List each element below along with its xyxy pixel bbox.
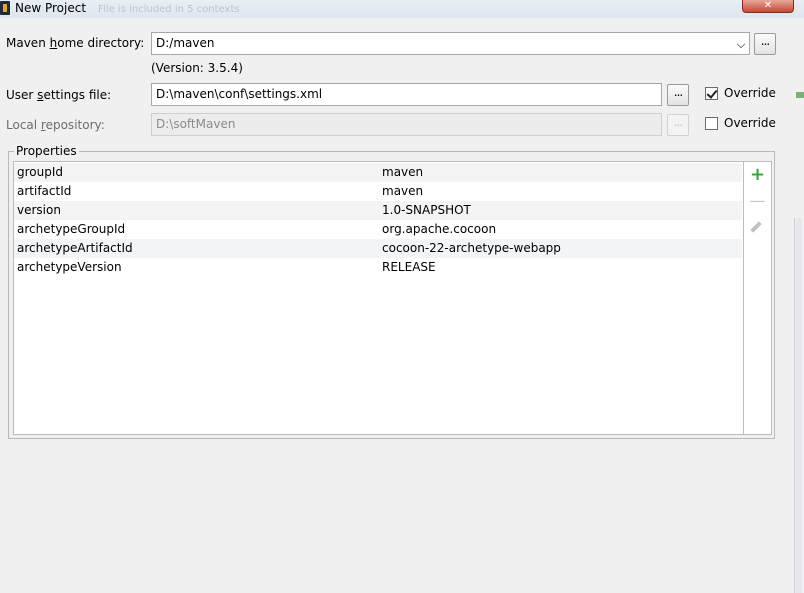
user-settings-browse-button[interactable]: ... (667, 84, 689, 106)
chevron-down-icon[interactable] (736, 39, 746, 49)
user-settings-value: D:\maven\conf\settings.xml (156, 87, 323, 101)
local-repository-override-label[interactable]: Override (724, 116, 776, 130)
label-part: ome directory: (57, 36, 145, 50)
property-key: groupId (17, 165, 64, 179)
label-part: Maven (6, 36, 50, 50)
property-key: archetypeArtifactId (17, 241, 133, 255)
property-key: artifactId (17, 184, 72, 198)
label-part: Local (6, 118, 41, 132)
property-value: 1.0-SNAPSHOT (382, 203, 471, 217)
close-button[interactable]: ✕ (742, 0, 794, 13)
property-value: org.apache.cocoon (382, 222, 497, 236)
edge-stub (796, 92, 804, 98)
user-settings-override-label[interactable]: Override (724, 86, 776, 100)
background-ghost-text: File is included in 5 contexts (98, 4, 240, 15)
edit-property-button[interactable] (744, 217, 771, 239)
user-settings-label: User settings file: (6, 88, 111, 102)
title-bar[interactable]: New Project File is included in 5 contex… (0, 0, 804, 18)
property-value: RELEASE (382, 260, 436, 274)
table-row[interactable]: archetypeArtifactId cocoon-22-archetype-… (14, 239, 742, 258)
maven-home-combobox[interactable]: D:/maven (151, 32, 750, 55)
local-repository-field: D:\softMaven (151, 113, 662, 136)
property-key: archetypeGroupId (17, 222, 126, 236)
table-row[interactable]: groupId maven (14, 163, 742, 182)
table-row[interactable]: archetypeGroupId org.apache.cocoon (14, 220, 742, 239)
minus-icon: — (749, 191, 766, 210)
new-project-dialog: New Project File is included in 5 contex… (0, 0, 804, 593)
app-icon (0, 1, 10, 15)
maven-home-browse-button[interactable]: ... (754, 33, 776, 55)
local-repository-browse-button: ... (667, 114, 689, 136)
local-repository-override-checkbox[interactable] (705, 117, 718, 130)
label-part: epository: (45, 118, 105, 132)
close-icon: ✕ (763, 0, 773, 11)
local-repository-value: D:\softMaven (156, 117, 236, 131)
property-key: version (17, 203, 61, 217)
remove-property-button[interactable]: — (744, 190, 771, 212)
label-part: ettings file: (43, 88, 112, 102)
table-row[interactable]: artifactId maven (14, 182, 742, 201)
properties-table[interactable]: groupId maven artifactId maven version 1… (13, 161, 743, 435)
add-property-button[interactable]: + (744, 164, 771, 186)
local-repository-label: Local repository: (6, 118, 105, 132)
edge-line-shade (796, 218, 802, 593)
property-key: archetypeVersion (17, 260, 122, 274)
plus-icon: + (749, 164, 766, 185)
edge-line (794, 218, 795, 593)
user-settings-field[interactable]: D:\maven\conf\settings.xml (151, 83, 662, 106)
property-value: maven (382, 184, 424, 198)
property-value: cocoon-22-archetype-webapp (382, 241, 561, 255)
property-value: maven (382, 165, 424, 179)
window-title: New Project (15, 1, 87, 15)
user-settings-override-checkbox[interactable] (705, 87, 718, 100)
properties-toolbar: + — (743, 161, 772, 435)
window-right-edge (786, 18, 804, 593)
pencil-icon (750, 221, 762, 233)
table-row[interactable]: version 1.0-SNAPSHOT (14, 201, 742, 220)
maven-version-text: (Version: 3.5.4) (151, 61, 243, 75)
properties-title: Properties (14, 144, 79, 158)
maven-home-value: D:/maven (156, 36, 215, 50)
label-part: User (6, 88, 38, 102)
table-row[interactable]: archetypeVersion RELEASE (14, 258, 742, 277)
maven-home-label: Maven home directory: (6, 36, 144, 50)
